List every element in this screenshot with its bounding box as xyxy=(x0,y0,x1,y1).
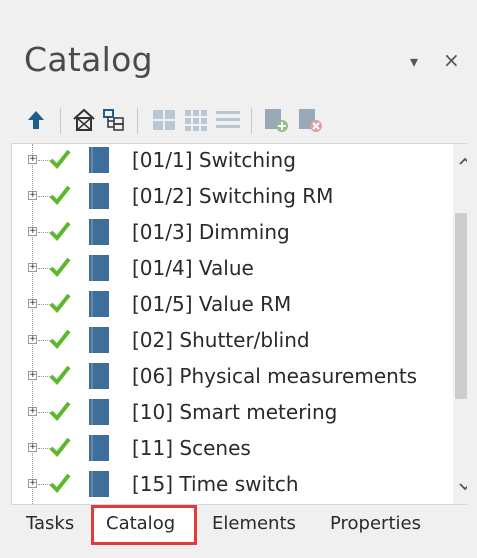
tree-item[interactable]: + [11] Scenes xyxy=(12,432,442,468)
expand-icon[interactable]: + xyxy=(28,227,37,236)
panel-title: Catalog xyxy=(24,40,153,79)
tree-item[interactable]: + [15] Time switch xyxy=(12,468,442,504)
tree-item-label: [01/2] Switching RM xyxy=(132,184,334,208)
list-view-icon[interactable] xyxy=(214,106,242,134)
scrollbar-thumb[interactable] xyxy=(455,213,467,399)
toolbar xyxy=(22,100,462,140)
expand-icon[interactable]: + xyxy=(28,443,37,452)
building-icon[interactable] xyxy=(70,106,98,134)
tree-item-label: [01/5] Value RM xyxy=(132,292,292,316)
scroll-down-arrow-icon[interactable] xyxy=(453,476,467,498)
toolbar-separator xyxy=(137,108,138,134)
tab-tasks[interactable]: Tasks xyxy=(26,513,74,534)
tree-item-label: [11] Scenes xyxy=(132,436,251,460)
expand-icon[interactable]: + xyxy=(28,191,37,200)
toolbar-separator xyxy=(251,108,252,134)
checkmark-icon xyxy=(49,149,71,169)
book-icon xyxy=(89,435,109,461)
expand-icon[interactable]: + xyxy=(28,263,37,272)
book-icon xyxy=(89,219,109,245)
tree-item[interactable]: + [01/4] Value xyxy=(12,252,442,288)
tree-item-label: [10] Smart metering xyxy=(132,400,338,424)
tree-item[interactable]: + [01/5] Value RM xyxy=(12,288,442,324)
book-icon xyxy=(89,327,109,353)
expand-icon[interactable]: + xyxy=(28,479,37,488)
checkmark-icon xyxy=(49,185,71,205)
delete-item-icon[interactable] xyxy=(296,106,324,134)
checkmark-icon xyxy=(49,257,71,277)
tree-item-label: [15] Time switch xyxy=(132,472,299,496)
checkmark-icon xyxy=(49,437,71,457)
close-icon[interactable]: × xyxy=(443,48,460,72)
expand-icon[interactable]: + xyxy=(28,299,37,308)
expand-icon[interactable]: + xyxy=(28,155,37,164)
checkmark-icon xyxy=(49,221,71,241)
book-icon xyxy=(89,399,109,425)
tab-catalog[interactable]: Catalog xyxy=(106,513,175,534)
large-tiles-icon[interactable] xyxy=(150,106,178,134)
catalog-tree[interactable]: + [01/1] Switching + [01/2] Switching RM… xyxy=(11,143,467,505)
tree-item[interactable]: + [02] Shutter/blind xyxy=(12,324,442,360)
tab-elements[interactable]: Elements xyxy=(212,513,296,534)
toolbar-separator xyxy=(60,108,61,134)
expand-icon[interactable]: + xyxy=(28,407,37,416)
bottom-tab-bar: Tasks Catalog Elements Properties xyxy=(11,505,466,545)
checkmark-icon xyxy=(49,473,71,493)
tree-item-label: [02] Shutter/blind xyxy=(132,328,310,352)
book-icon xyxy=(89,147,109,173)
expand-icon[interactable]: + xyxy=(28,371,37,380)
checkmark-icon xyxy=(49,329,71,349)
tree-item[interactable]: + [01/1] Switching xyxy=(12,144,442,180)
book-icon xyxy=(89,471,109,497)
book-icon xyxy=(89,363,109,389)
book-icon xyxy=(89,183,109,209)
tree-item[interactable]: + [01/3] Dimming xyxy=(12,216,442,252)
tree-item-label: [01/4] Value xyxy=(132,256,254,280)
checkmark-icon xyxy=(49,293,71,313)
tree-item-label: [01/3] Dimming xyxy=(132,220,290,244)
tab-properties[interactable]: Properties xyxy=(330,513,421,534)
expand-icon[interactable]: + xyxy=(28,335,37,344)
book-icon xyxy=(89,291,109,317)
checkmark-icon xyxy=(49,365,71,385)
panel-dropdown-icon[interactable]: ▾ xyxy=(410,52,418,71)
book-icon xyxy=(89,255,109,281)
up-arrow-icon[interactable] xyxy=(22,106,50,134)
tree-item[interactable]: + [10] Smart metering xyxy=(12,396,442,432)
tree-item-label: [01/1] Switching xyxy=(132,148,296,172)
add-item-icon[interactable] xyxy=(262,106,290,134)
small-tiles-icon[interactable] xyxy=(182,106,210,134)
scroll-up-arrow-icon[interactable] xyxy=(453,150,467,172)
tree-structure-icon[interactable] xyxy=(100,106,128,134)
catalog-panel: Catalog ▾ × + [01/1] Switching + [01/2] … xyxy=(0,0,477,558)
tree-item[interactable]: + [06] Physical measurements xyxy=(12,360,442,396)
tree-item-label: [06] Physical measurements xyxy=(132,364,418,388)
tree-item[interactable]: + [01/2] Switching RM xyxy=(12,180,442,216)
checkmark-icon xyxy=(49,401,71,421)
